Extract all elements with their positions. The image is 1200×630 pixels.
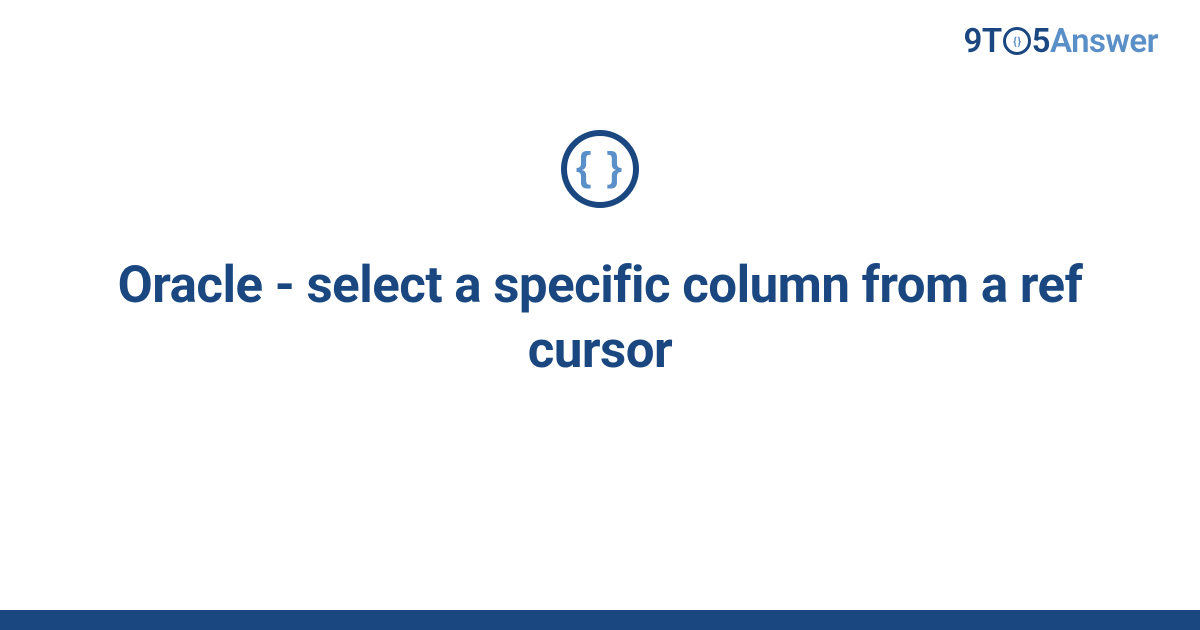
brand-zero-icon: { }	[1003, 27, 1031, 55]
brand-logo: 9T{ }5Answer	[963, 22, 1158, 61]
brand-nine: 9	[963, 22, 981, 61]
code-braces-icon: { }	[561, 130, 639, 208]
page-title: Oracle - select a specific column from a…	[60, 253, 1140, 384]
footer-accent-bar	[0, 610, 1200, 630]
brand-t: T	[982, 22, 1002, 61]
brand-answer: Answer	[1050, 22, 1158, 61]
page-title-container: Oracle - select a specific column from a…	[0, 253, 1200, 384]
brand-five: 5	[1032, 22, 1050, 61]
